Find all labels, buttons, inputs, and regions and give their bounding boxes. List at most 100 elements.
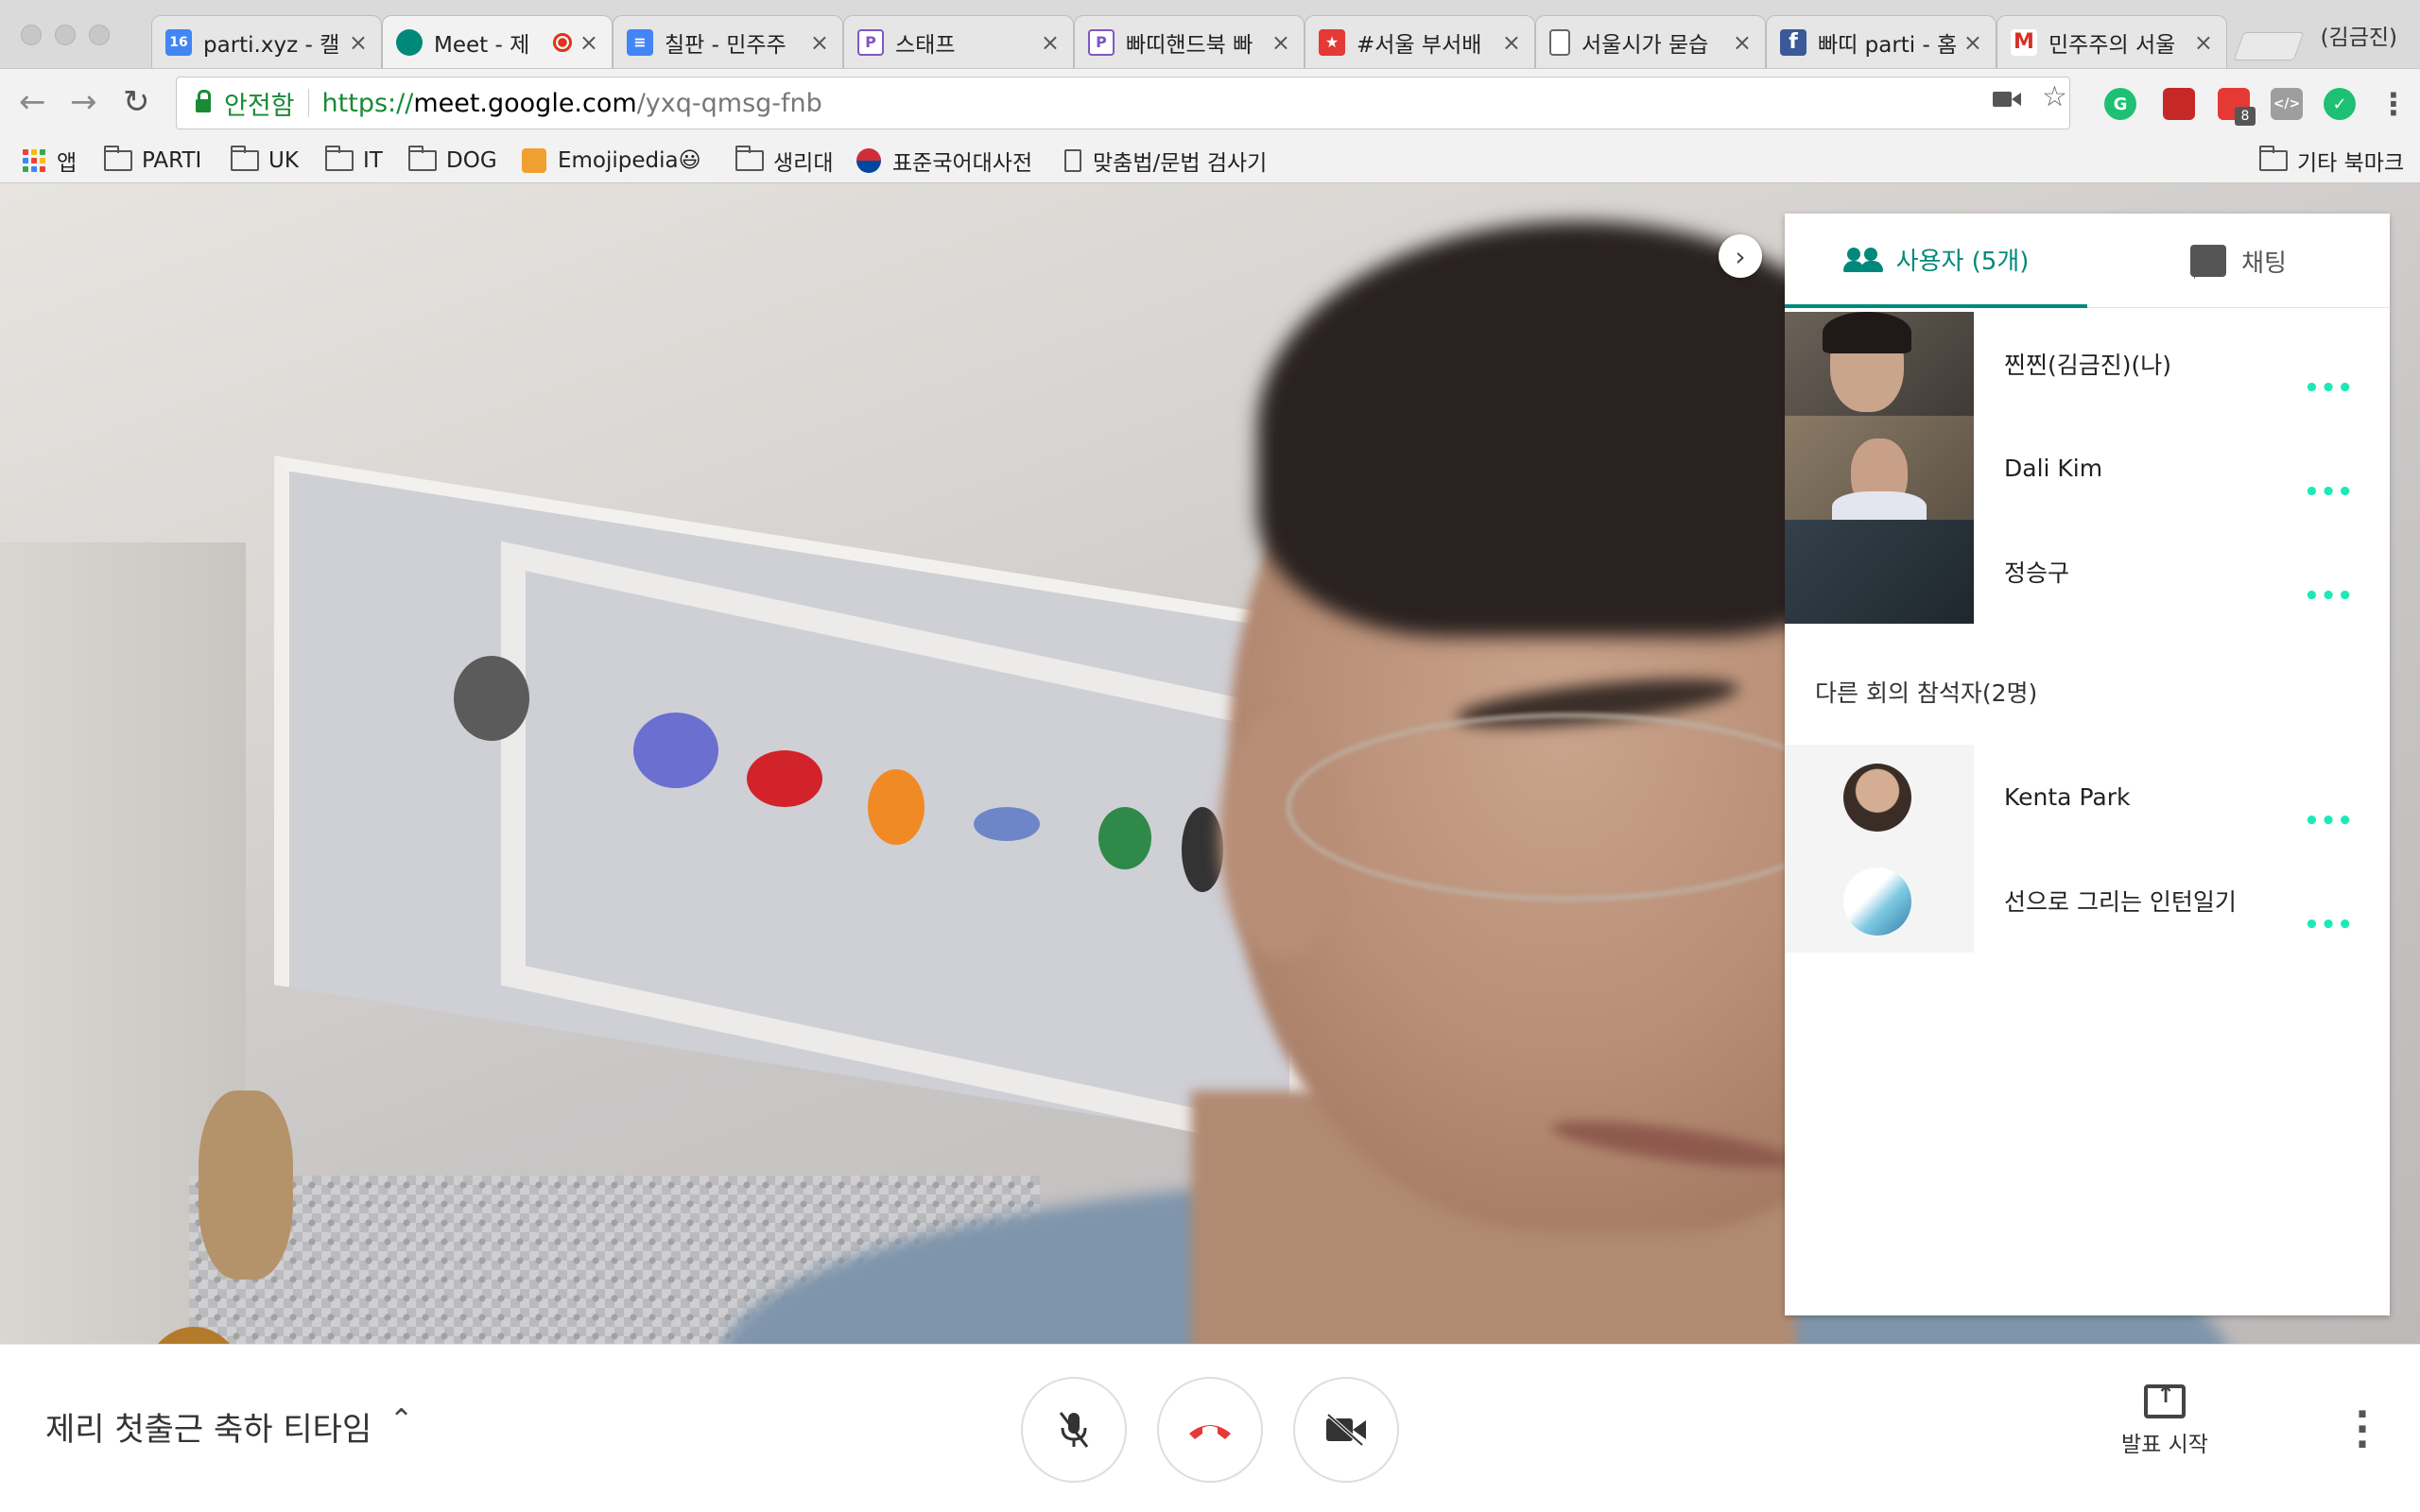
browser-tab[interactable]: f 빠띠 parti - 홈 × xyxy=(1766,15,1996,68)
browser-tab-active[interactable]: Meet - 제 × xyxy=(382,15,613,68)
chrome-menu-icon[interactable]: ⋮ xyxy=(2378,86,2409,122)
bookmark-label: PARTI xyxy=(142,148,202,173)
reload-icon[interactable]: ↻ xyxy=(123,86,150,118)
parti-p-icon: P xyxy=(857,28,884,56)
bookmark-folder[interactable]: 생리대 xyxy=(735,138,833,183)
audio-level-icon: ••• xyxy=(2304,911,2354,939)
garland-whale xyxy=(974,807,1040,841)
participant-video-thumbnail xyxy=(1785,416,1974,520)
participant-row[interactable]: ••• Kenta Park xyxy=(1785,745,2390,849)
bookmark-label: 생리대 xyxy=(773,151,834,176)
bookmark-page[interactable]: 맞춤법/문법 검사기 xyxy=(1064,138,1267,183)
participant-row[interactable]: ••• Dali Kim xyxy=(1785,416,2390,520)
audio-level-icon: ••• xyxy=(2304,374,2354,403)
parti-p-icon: P xyxy=(1088,28,1115,56)
tab-people[interactable]: 사용자 (5개) xyxy=(1785,214,2087,308)
grammarly-icon[interactable]: G xyxy=(2104,88,2136,120)
participants-panel: 사용자 (5개) 채팅 ••• 찐찐(김금진)(나) ••• Dali Kim … xyxy=(1785,214,2390,1315)
extension-badge: 8 xyxy=(2235,107,2256,126)
calendar-16-icon: 16 xyxy=(165,28,192,56)
tab-close-icon[interactable]: × xyxy=(349,29,368,56)
camera-icon[interactable] xyxy=(1993,84,2021,117)
address-bar[interactable]: 안전함 https://meet.google.com/yxq-qmsg-fnb xyxy=(176,77,2070,129)
bookmark-folder[interactable]: PARTI xyxy=(104,138,201,183)
bookmark-label: IT xyxy=(363,148,383,173)
folder-icon xyxy=(408,146,437,171)
participant-name: Kenta Park xyxy=(2004,782,2131,811)
camera-off-button[interactable] xyxy=(1293,1377,1399,1483)
bookmark-folder[interactable]: IT xyxy=(325,138,383,183)
avatar xyxy=(1843,764,1911,832)
collapse-panel-chevron-icon[interactable]: › xyxy=(1719,234,1762,278)
folder-icon xyxy=(104,146,132,171)
browser-tab[interactable]: 서울시가 묻습 × xyxy=(1535,15,1766,68)
check-extension-icon[interactable]: ✓ xyxy=(2324,88,2356,120)
hang-up-button[interactable] xyxy=(1157,1377,1263,1483)
forward-arrow-icon[interactable]: → xyxy=(70,86,97,118)
tab-close-icon[interactable]: × xyxy=(1963,29,1982,56)
browser-tab[interactable]: M 민주주의 서울 × xyxy=(1996,15,2227,68)
url-scheme: https:// xyxy=(321,88,414,118)
meeting-control-bar: 제리 첫출근 축하 티타임 ⌃ 발표 시작 ··· xyxy=(0,1344,2420,1512)
folder-icon xyxy=(735,146,764,171)
tab-title: Meet - 제 xyxy=(434,32,530,58)
participant-video-thumbnail xyxy=(1785,312,1974,416)
phone-hangup-icon xyxy=(1189,1425,1231,1439)
garland-gorilla xyxy=(454,656,529,741)
tab-chat-label: 채팅 xyxy=(2241,249,2287,278)
folder-icon xyxy=(231,146,259,171)
window-close-button[interactable] xyxy=(21,25,42,45)
garland-leaf xyxy=(1098,807,1151,869)
participant-shirt xyxy=(1832,491,1927,520)
bookmark-apps[interactable]: 앱 xyxy=(23,138,77,183)
garland-figure xyxy=(1182,807,1223,892)
bookmark-label: UK xyxy=(268,148,299,173)
code-extension-icon[interactable]: </> xyxy=(2271,88,2303,120)
browser-tab[interactable]: P 스태프 × xyxy=(843,15,1074,68)
tab-close-icon[interactable]: × xyxy=(810,29,829,56)
tab-close-icon[interactable]: × xyxy=(1271,29,1290,56)
avatar xyxy=(1843,868,1911,936)
wall-hat xyxy=(199,1091,293,1280)
present-screen-icon xyxy=(2144,1382,2186,1418)
browser-tab[interactable]: 16 parti.xyz - 캘 × xyxy=(151,15,382,68)
back-arrow-icon[interactable]: ← xyxy=(19,86,46,118)
more-options-icon[interactable]: · · · xyxy=(2348,1396,2377,1464)
meeting-title[interactable]: 제리 첫출근 축하 티타임 xyxy=(45,1403,372,1450)
browser-tab[interactable]: ★ #서울 부서배 × xyxy=(1305,15,1535,68)
person-glasses xyxy=(1286,713,1853,902)
tab-close-icon[interactable]: × xyxy=(1733,29,1752,56)
participant-name: 정승구 xyxy=(2004,559,2070,587)
bookmark-other[interactable]: 기타 북마크 xyxy=(2259,138,2404,183)
browser-tab[interactable]: P 빠띠핸드북 빠 × xyxy=(1074,15,1305,68)
participant-row[interactable]: ••• 선으로 그리는 인턴일기 xyxy=(1785,849,2390,953)
chevron-up-icon[interactable]: ⌃ xyxy=(389,1403,413,1436)
browser-tab[interactable]: ≡ 칠판 - 민주주 × xyxy=(613,15,843,68)
tab-close-icon[interactable]: × xyxy=(579,29,598,56)
tab-close-icon[interactable]: × xyxy=(1041,29,1060,56)
tab-close-icon[interactable]: × xyxy=(1502,29,1521,56)
new-tab-button[interactable] xyxy=(2233,32,2305,60)
extension-book-icon[interactable] xyxy=(2163,88,2195,120)
tab-close-icon[interactable]: × xyxy=(2194,29,2213,56)
tab-chat[interactable]: 채팅 xyxy=(2087,214,2390,308)
participant-row[interactable]: ••• 찐찐(김금진)(나) xyxy=(1785,312,2390,416)
present-now-button[interactable]: 발표 시작 xyxy=(2118,1382,2212,1458)
participant-hair xyxy=(1823,312,1911,353)
window-minimize-button[interactable] xyxy=(55,25,76,45)
mute-microphone-button[interactable] xyxy=(1021,1377,1127,1483)
participant-row[interactable]: ••• 정승구 xyxy=(1785,520,2390,624)
tab-title: 칠판 - 민주주 xyxy=(665,32,786,58)
bookmark-site[interactable]: Emojipedia😃 xyxy=(522,138,701,183)
window-zoom-button[interactable] xyxy=(89,25,110,45)
bookmark-star-icon[interactable]: ☆ xyxy=(2042,80,2067,113)
audio-level-icon: ••• xyxy=(2304,807,2354,835)
bookmark-site[interactable]: 표준국어대사전 xyxy=(856,138,1032,183)
tab-title: 민주주의 서울 xyxy=(2048,32,2176,58)
bookmark-folder[interactable]: UK xyxy=(231,138,299,183)
gmail-icon: M xyxy=(2011,28,2037,56)
panel-tabs: 사용자 (5개) 채팅 xyxy=(1785,214,2390,308)
profile-name[interactable]: (김금진) xyxy=(2321,19,2397,51)
browser-toolbar: ← → ↻ 안전함 https://meet.google.com/yxq-qm… xyxy=(0,68,2420,138)
bookmark-folder[interactable]: DOG xyxy=(408,138,497,183)
